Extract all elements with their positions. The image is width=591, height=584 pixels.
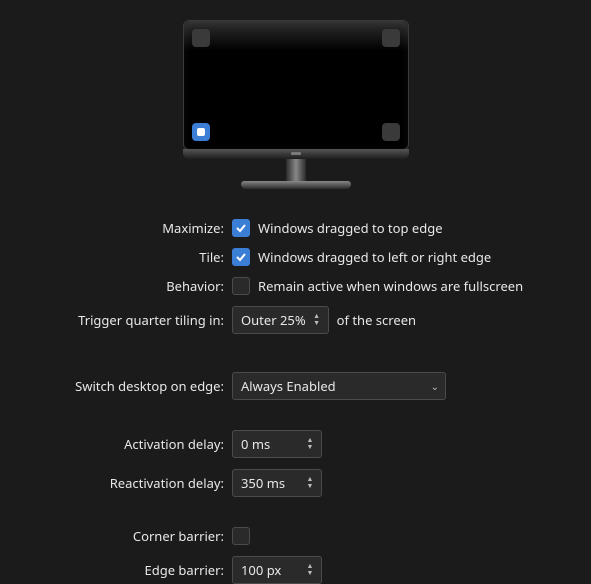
reactivation-spinbox[interactable]: 350 ms ▲▼: [232, 469, 322, 497]
maximize-checkbox[interactable]: [232, 219, 250, 237]
edge-barrier-label: Edge barrier:: [0, 561, 224, 579]
monitor-bezel: [183, 149, 409, 159]
maximize-label: Maximize:: [0, 219, 224, 237]
edge-barrier-spinbox[interactable]: 100 px ▲▼: [232, 556, 322, 584]
trigger-value: Outer 25%: [241, 311, 306, 329]
behavior-label: Behavior:: [0, 277, 224, 295]
monitor-stand-neck: [286, 159, 306, 181]
corner-bottom-right[interactable]: [382, 123, 400, 141]
switch-value: Always Enabled: [241, 377, 336, 395]
edge-barrier-value: 100 px: [241, 561, 299, 579]
spinner-icon: ▲▼: [312, 314, 322, 327]
spinner-icon: ▲▼: [305, 564, 315, 577]
corner-barrier-label: Corner barrier:: [0, 527, 224, 545]
corner-top-right[interactable]: [382, 29, 400, 47]
monitor-stand-base: [241, 181, 351, 189]
corner-top-left[interactable]: [192, 29, 210, 47]
spinner-icon: ▲▼: [305, 477, 315, 490]
reactivation-value: 350 ms: [241, 474, 299, 492]
trigger-suffix: of the screen: [337, 311, 416, 329]
screen-preview: [183, 20, 409, 150]
maximize-text: Windows dragged to top edge: [258, 219, 443, 237]
switch-label: Switch desktop on edge:: [0, 377, 224, 395]
reactivation-label: Reactivation delay:: [0, 474, 224, 492]
corner-barrier-checkbox[interactable]: [232, 527, 250, 545]
monitor-preview: [183, 20, 409, 189]
trigger-spinbox[interactable]: Outer 25% ▲▼: [232, 306, 329, 334]
behavior-text: Remain active when windows are fullscree…: [258, 277, 523, 295]
switch-combo[interactable]: Always Enabled ⌄: [232, 372, 446, 400]
tile-text: Windows dragged to left or right edge: [258, 248, 491, 266]
spinner-icon: ▲▼: [305, 438, 315, 451]
tile-checkbox[interactable]: [232, 248, 250, 266]
activation-spinbox[interactable]: 0 ms ▲▼: [232, 430, 322, 458]
chevron-down-icon: ⌄: [431, 379, 439, 393]
behavior-checkbox[interactable]: [232, 277, 250, 295]
activation-value: 0 ms: [241, 435, 299, 453]
corner-bottom-left[interactable]: [192, 123, 210, 141]
activation-label: Activation delay:: [0, 435, 224, 453]
tile-label: Tile:: [0, 248, 224, 266]
trigger-label: Trigger quarter tiling in:: [0, 311, 224, 329]
